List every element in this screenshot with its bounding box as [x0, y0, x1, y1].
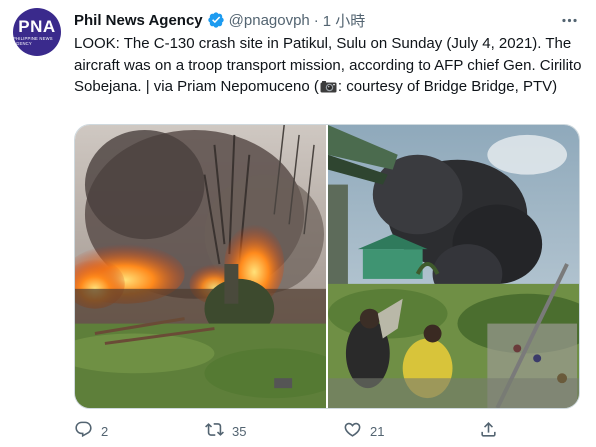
retweet-count: 35	[232, 423, 247, 439]
verified-badge-icon	[207, 11, 225, 29]
avatar-logo-subtext: PHILIPPINE NEWS AGENCY	[13, 35, 53, 46]
more-options-icon[interactable]	[558, 10, 580, 30]
reply-icon	[74, 420, 93, 442]
crash-site-fire-photo[interactable]	[75, 125, 326, 408]
account-handle[interactable]: @pnagovph	[229, 12, 310, 29]
retweet-button[interactable]: 35	[205, 420, 246, 442]
heart-icon	[343, 420, 362, 442]
timestamp[interactable]: 1 小時	[323, 10, 366, 31]
retweet-icon	[205, 420, 224, 442]
like-button[interactable]: 21	[343, 420, 384, 442]
reply-count: 2	[101, 423, 109, 439]
reply-button[interactable]: 2	[74, 420, 108, 442]
like-count: 21	[370, 423, 385, 439]
avatar-logo-text: PNA	[18, 16, 56, 36]
tweet-card[interactable]: PNA PHILIPPINE NEWS AGENCY Phil News Age…	[0, 0, 596, 447]
smoke-over-village-photo[interactable]	[328, 125, 579, 408]
tweet-header: Phil News Agency @pnagovph · 1 小時	[74, 10, 576, 30]
share-icon	[479, 420, 498, 442]
tweet-text: LOOK: The C-130 crash site in Patikul, S…	[74, 33, 584, 98]
tweet-actions: 2 35 21	[74, 420, 580, 442]
share-button[interactable]	[479, 420, 506, 442]
avatar[interactable]: PNA PHILIPPINE NEWS AGENCY	[13, 8, 61, 56]
camera-icon	[320, 78, 337, 93]
tweet-text-credit: : courtesy of Bridge Bridge, PTV)	[337, 78, 558, 95]
account-name[interactable]: Phil News Agency	[74, 12, 203, 29]
separator-dot: ·	[313, 11, 319, 29]
media-grid	[74, 124, 580, 409]
